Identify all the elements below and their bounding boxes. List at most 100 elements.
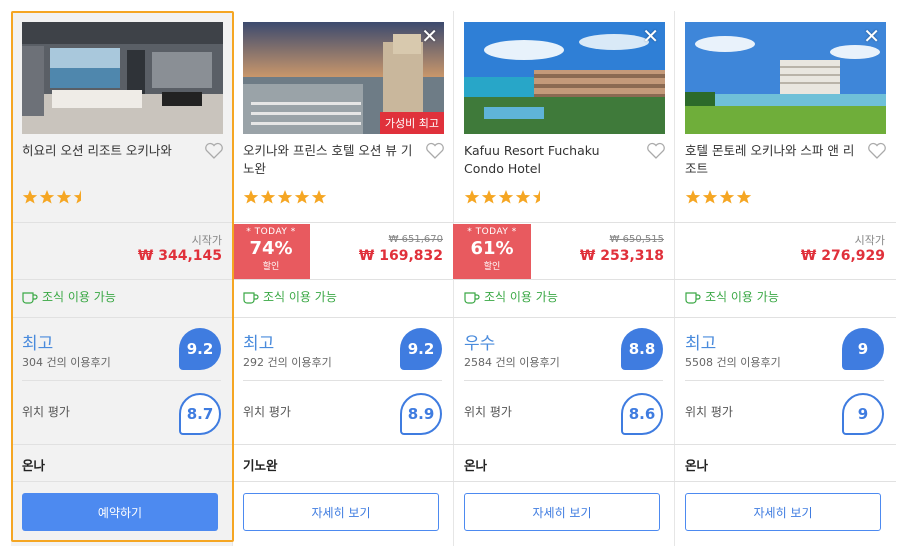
- star-icon: [736, 190, 752, 204]
- hotel-photo[interactable]: ✕ 가성비 최고: [243, 22, 444, 134]
- heart-icon[interactable]: [867, 142, 887, 160]
- divider: [11, 444, 896, 445]
- star-icon: [294, 190, 310, 204]
- discount-badge: * TODAY * 61% 할인: [453, 224, 531, 279]
- star-icon: [464, 190, 480, 204]
- location-score-badge: 8.9: [400, 393, 442, 435]
- rating-word: 우수: [464, 334, 496, 354]
- coffee-cup-icon: [243, 291, 259, 304]
- hotel-name[interactable]: Kafuu Resort Fuchaku Condo Hotel: [464, 142, 636, 178]
- review-count[interactable]: 304 건의 이용후기: [22, 354, 111, 370]
- discount-label: 할인: [483, 262, 501, 272]
- close-icon[interactable]: ✕: [421, 26, 438, 46]
- close-icon[interactable]: ✕: [642, 26, 659, 46]
- star-rating: [464, 189, 549, 205]
- discount-badge: * TODAY * 74% 할인: [232, 224, 310, 279]
- review-score-badge: 9.2: [179, 328, 221, 370]
- divider: [11, 317, 896, 318]
- star-icon: [56, 190, 72, 204]
- divider: [685, 380, 884, 381]
- star-icon: [73, 190, 81, 204]
- price-area: 시작가 ₩ 344,145: [11, 224, 232, 279]
- review-count[interactable]: 292 건의 이용후기: [243, 354, 332, 370]
- hotel-compare-grid: 히요리 오션 리조트 오키나와 시작가 ₩ 344,145 조식 이용 가능 최…: [11, 11, 896, 546]
- price: ₩ 276,929: [800, 248, 885, 264]
- start-price-label: 시작가: [854, 234, 885, 247]
- location-score-badge: 8.6: [621, 393, 663, 435]
- breakfast-info: 조식 이용 가능: [464, 288, 558, 305]
- star-rating: [22, 189, 90, 205]
- review-score-badge: 8.8: [621, 328, 663, 370]
- location-label: 위치 평가: [243, 405, 291, 419]
- review-count[interactable]: 5508 건의 이용후기: [685, 354, 781, 370]
- location-score-badge: 9: [842, 393, 884, 435]
- star-icons: [464, 190, 540, 204]
- heart-icon[interactable]: [646, 142, 666, 160]
- location-label: 위치 평가: [685, 405, 733, 419]
- star-icon: [515, 190, 531, 204]
- breakfast-info: 조식 이용 가능: [685, 288, 779, 305]
- location-label: 위치 평가: [22, 405, 70, 419]
- location-score-badge: 8.7: [179, 393, 221, 435]
- hotel-name[interactable]: 히요리 오션 리조트 오키나와: [22, 142, 194, 160]
- star-icon: [311, 190, 327, 204]
- location-label: 위치 평가: [464, 405, 512, 419]
- original-price: ₩ 650,515: [609, 234, 664, 245]
- discount-percent: 74%: [249, 238, 293, 259]
- rating-word: 최고: [685, 334, 717, 354]
- hotel-photo[interactable]: ✕: [464, 22, 665, 134]
- area-name: 온나: [464, 458, 488, 473]
- star-icon: [702, 190, 718, 204]
- hotel-photo[interactable]: [22, 22, 223, 134]
- star-icons: [22, 190, 81, 204]
- hotel-name[interactable]: 호텔 몬토레 오키나와 스파 앤 리조트: [685, 142, 857, 178]
- price: ₩ 253,318: [579, 248, 664, 264]
- area-name: 온나: [685, 458, 709, 473]
- book-button[interactable]: 예약하기: [22, 493, 218, 531]
- view-details-button[interactable]: 자세히 보기: [685, 493, 881, 531]
- star-rating: [243, 189, 328, 205]
- star-icon: [277, 190, 293, 204]
- heart-icon[interactable]: [425, 142, 445, 160]
- hotel-name[interactable]: 오키나와 프린스 호텔 오션 뷰 기노완: [243, 142, 415, 178]
- breakfast-label: 조식 이용 가능: [263, 290, 337, 304]
- breakfast-label: 조식 이용 가능: [484, 290, 558, 304]
- discount-percent: 61%: [470, 238, 514, 259]
- price-area: * TODAY * 61% 할인 ₩ 650,515 ₩ 253,318: [453, 224, 674, 279]
- review-count[interactable]: 2584 건의 이용후기: [464, 354, 560, 370]
- breakfast-info: 조식 이용 가능: [243, 288, 337, 305]
- discount-label: 할인: [262, 262, 280, 272]
- price-area: * TODAY * 74% 할인 ₩ 651,670 ₩ 169,832: [232, 224, 453, 279]
- star-icon: [260, 190, 276, 204]
- breakfast-info: 조식 이용 가능: [22, 288, 116, 305]
- divider: [22, 380, 221, 381]
- coffee-cup-icon: [22, 291, 38, 304]
- star-icon: [481, 190, 497, 204]
- star-icon: [532, 190, 540, 204]
- heart-icon[interactable]: [204, 142, 224, 160]
- star-icon: [719, 190, 735, 204]
- coffee-cup-icon: [685, 291, 701, 304]
- divider: [243, 380, 442, 381]
- rating-word: 최고: [243, 334, 275, 354]
- breakfast-label: 조식 이용 가능: [42, 290, 116, 304]
- star-icon: [22, 190, 38, 204]
- close-icon[interactable]: ✕: [863, 26, 880, 46]
- star-rating: [685, 189, 753, 205]
- review-score-badge: 9.2: [400, 328, 442, 370]
- area-name: 온나: [22, 458, 46, 473]
- view-details-button[interactable]: 자세히 보기: [243, 493, 439, 531]
- star-icon: [243, 190, 259, 204]
- price: ₩ 344,145: [137, 248, 222, 264]
- divider: [11, 481, 896, 482]
- original-price: ₩ 651,670: [388, 234, 443, 245]
- price: ₩ 169,832: [358, 248, 443, 264]
- today-label: * TODAY *: [467, 227, 517, 237]
- view-details-button[interactable]: 자세히 보기: [464, 493, 660, 531]
- rating-word: 최고: [22, 334, 54, 354]
- star-icon: [39, 190, 55, 204]
- hotel-photo[interactable]: ✕: [685, 22, 886, 134]
- review-score-badge: 9: [842, 328, 884, 370]
- divider: [11, 222, 896, 223]
- best-value-badge: 가성비 최고: [379, 112, 444, 134]
